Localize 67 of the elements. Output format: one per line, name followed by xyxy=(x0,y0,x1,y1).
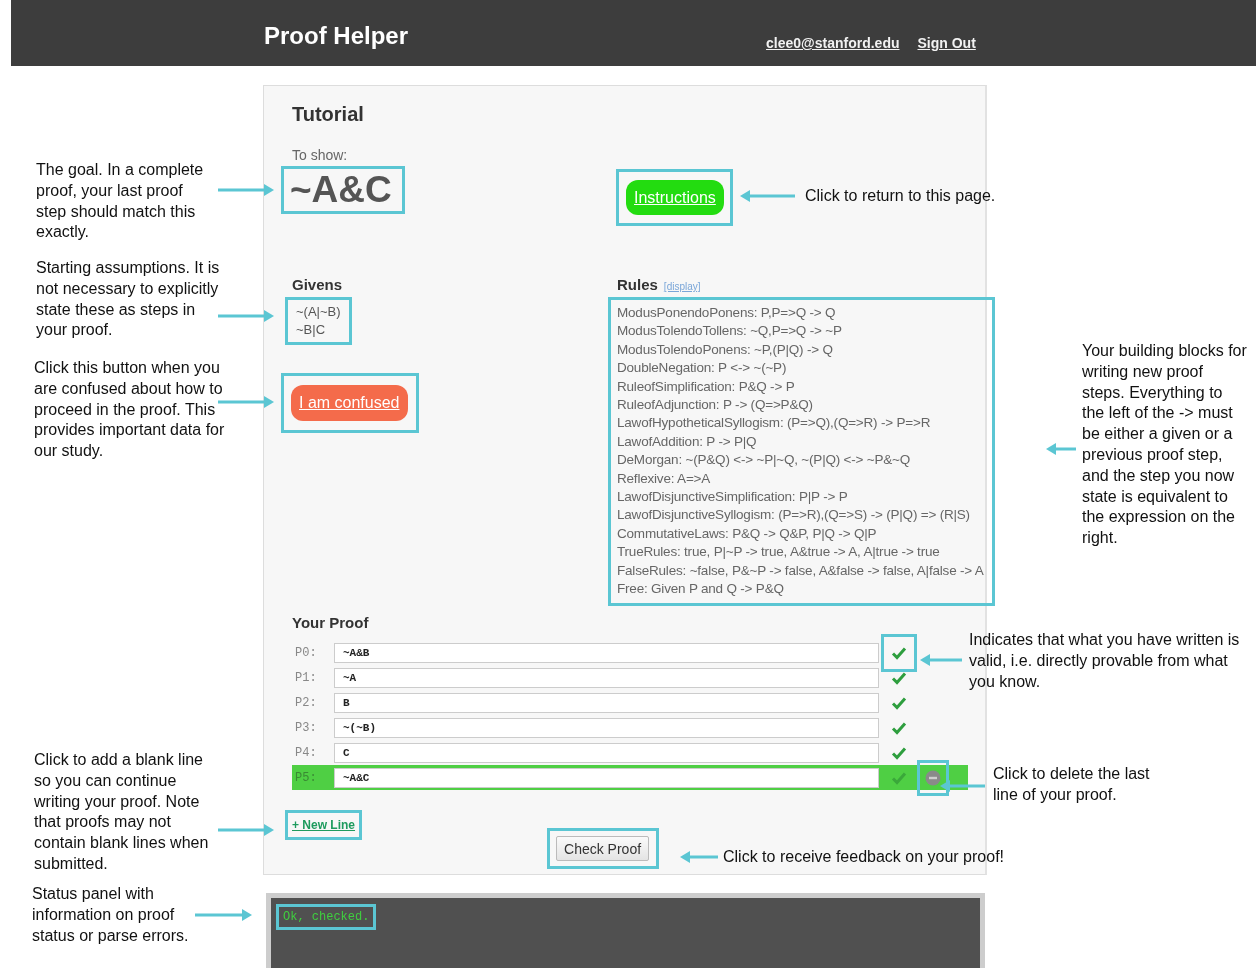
rule-text: DeMorgan: ~(P&Q) <-> ~P|~Q, ~(P|Q) <-> ~P&~Q xyxy=(617,451,911,470)
rule-text: Reflexive: A=>A xyxy=(617,469,711,488)
input-field[interactable]: ~(~B) xyxy=(334,717,879,738)
header-link[interactable]: Sign Out xyxy=(917,35,976,51)
callout-arrow xyxy=(920,654,962,666)
rule-text: TrueRules: true, P|~P -> true, A&true -> A, A|true -> true xyxy=(617,543,940,562)
rule-text: LawofDisjunctiveSimplification: P|P -> P xyxy=(617,488,848,507)
input-field[interactable]: ~A xyxy=(334,667,879,688)
callout-arrow xyxy=(1046,443,1076,455)
check-icon xyxy=(891,695,907,710)
check-proof-button[interactable]: Check Proof xyxy=(556,836,650,861)
goal-label: To show: xyxy=(292,146,348,164)
annotation-text: Status panel with information on proof status or parse errors. xyxy=(32,884,190,946)
callout-arrow xyxy=(218,396,274,408)
callout-arrow xyxy=(218,184,274,196)
delete-icon[interactable] xyxy=(925,769,941,786)
rule-text: LawofHypotheticalSyllogism: (P=>Q),(Q=>R) -> P=>R xyxy=(617,414,931,433)
annotation-text: The goal. In a complete proof, your last proof step should match this exactly. xyxy=(36,160,205,243)
check-icon xyxy=(891,745,907,760)
callout-arrow xyxy=(218,824,274,836)
rule-text: CommutativeLaws: P&Q -> Q&P, P|Q -> Q|P xyxy=(617,524,877,543)
input-field[interactable]: C xyxy=(334,742,879,763)
header-link[interactable]: clee0@stanford.edu xyxy=(766,35,900,51)
callout-arrow xyxy=(740,190,795,202)
check-icon xyxy=(891,670,907,685)
proof-heading: Your Proof xyxy=(292,614,369,632)
annotation-text: Click to receive feedback on your proof! xyxy=(723,847,1006,867)
line-label: P2: xyxy=(294,695,318,710)
rule-text: DoubleNegation: P <-> ~(~P) xyxy=(617,359,787,378)
line-label: P5: xyxy=(294,770,318,785)
rule-text: LawofDisjunctiveSyllogism: (P=>R),(Q=>S) -> (P|Q) => (R|S) xyxy=(617,506,970,525)
given-formula: ~(A|~B) xyxy=(296,303,341,321)
line-label: P0: xyxy=(294,645,318,660)
rule-text: ModusTolendoPonens: ~P,(P|Q) -> Q xyxy=(617,340,833,359)
input-field[interactable]: ~A&C xyxy=(334,767,879,788)
rule-text: Free: Given P and Q -> P&Q xyxy=(617,580,784,599)
check-icon xyxy=(891,720,907,735)
annotation-text: Click to delete the last line of your proof. xyxy=(993,764,1151,805)
rule-text: ModusTolendoTollens: ~Q,P=>Q -> ~P xyxy=(617,322,842,341)
annotation-text: Click this button when you are confused about how to proceed in the proof. This provides important data for our study. xyxy=(34,358,226,462)
rule-text: RuleofSimplification: P&Q -> P xyxy=(617,377,795,396)
callout-arrow xyxy=(218,310,274,322)
rule-text: RuleofAdjunction: P -> (Q=>P&Q) xyxy=(617,396,813,415)
annotation-text: Indicates that what you have written is valid, i.e. directly provable from what you know. xyxy=(969,630,1241,692)
rule-text: FalseRules: ~false, P&~P -> false, A&false -> false, A|false -> A xyxy=(617,561,984,580)
line-label: P4: xyxy=(294,745,318,760)
givens-heading: Givens xyxy=(292,276,343,294)
rule-text: LawofAddition: P -> P|Q xyxy=(617,432,757,451)
goal-formula: ~A&C xyxy=(290,169,392,211)
input-field[interactable]: ~A&B xyxy=(334,642,879,663)
line-label: P3: xyxy=(294,720,318,735)
app-title: Proof Helper xyxy=(264,21,409,50)
annotation-text: Click to add a blank line so you can continue writing your proof. Note that proofs may not contain blank lines when submitted. xyxy=(34,750,210,874)
status-message: Ok, checked. xyxy=(283,910,370,924)
annotation-text: Click to return to this page. xyxy=(805,186,997,206)
check-icon xyxy=(891,770,907,785)
input-field[interactable]: B xyxy=(334,692,879,713)
rule-text: ModusPonendoPonens: P,P=>Q -> Q xyxy=(617,304,836,322)
annotation-text: Your building blocks for writing new proof steps. Everything to the left of the -> must be either a given or a previous proof step, and the step you now state is equivalent to the expression on the right. xyxy=(1082,341,1247,549)
callout-arrow xyxy=(680,851,718,863)
panel-title: Tutorial xyxy=(292,102,364,126)
callout-arrow xyxy=(195,909,252,921)
check-icon xyxy=(891,645,907,660)
given-formula: ~B|C xyxy=(296,321,326,339)
annotation-text: Starting assumptions. It is not necessary to explicitly state these as steps in your proof. xyxy=(36,258,221,341)
line-label: P1: xyxy=(294,670,318,685)
rules-heading: Rules xyxy=(617,276,658,294)
